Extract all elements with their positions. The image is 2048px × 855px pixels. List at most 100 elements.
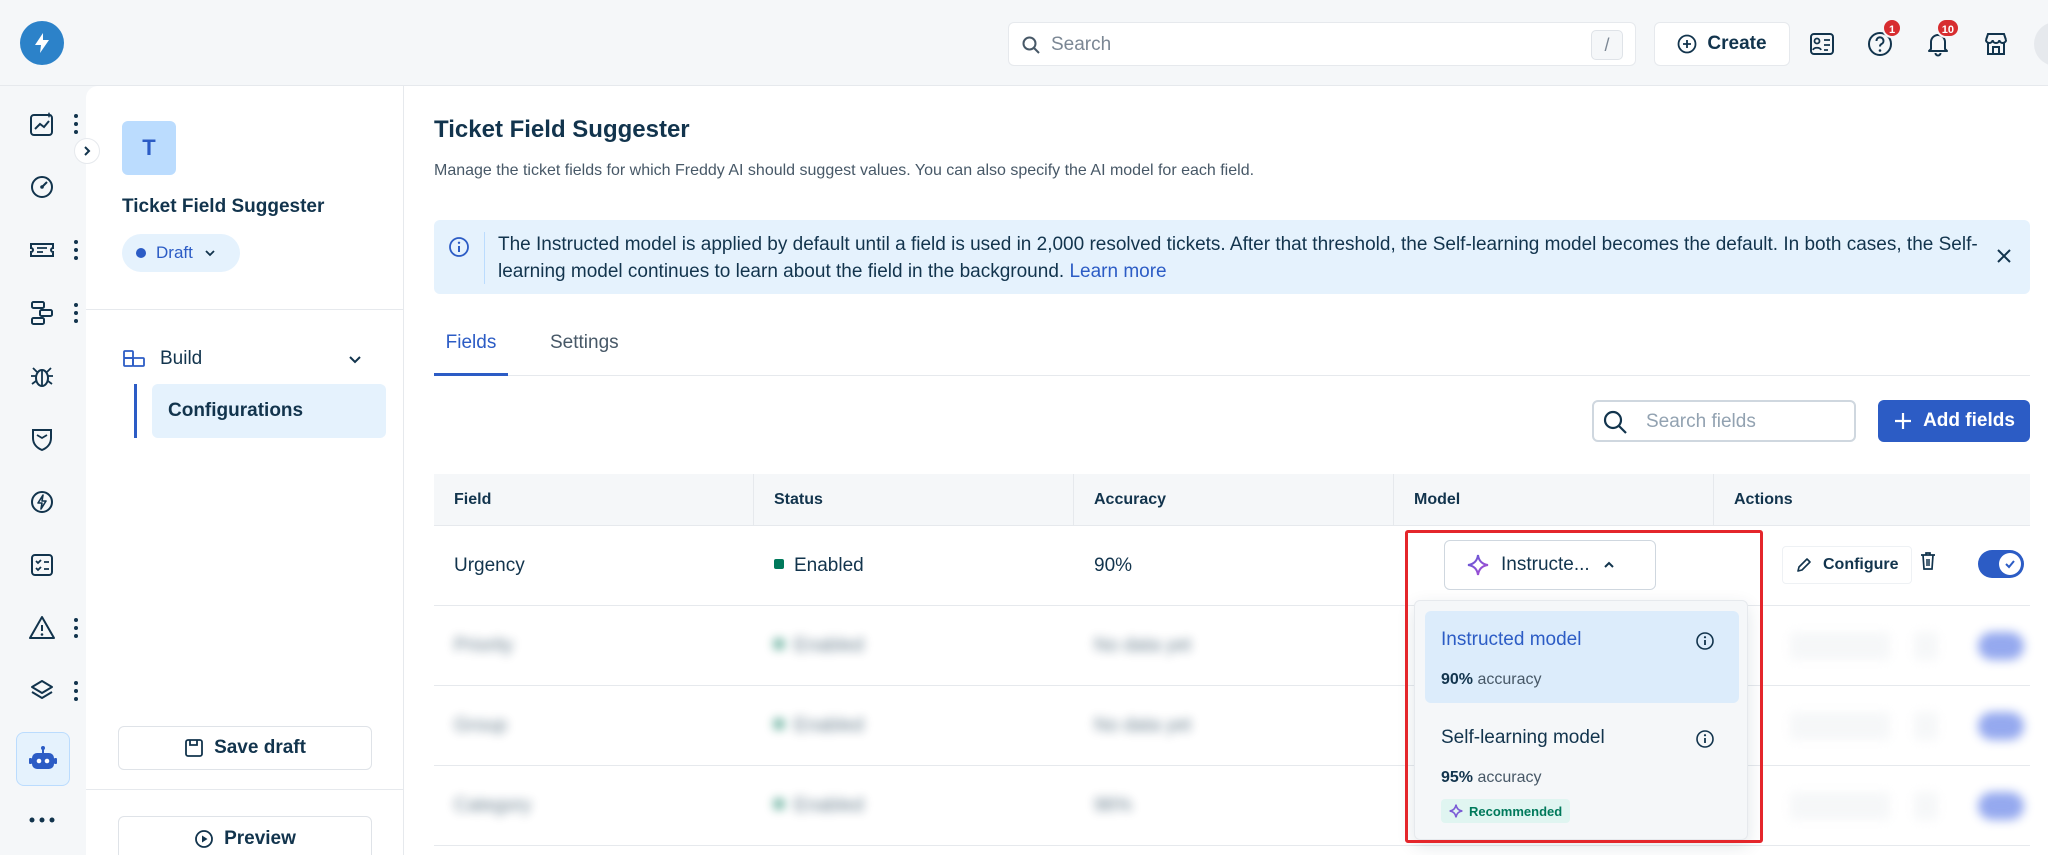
column-header-actions: Actions: [1734, 491, 1793, 508]
table-header: Field Status Accuracy Model Actions: [434, 474, 2030, 526]
field-name: Category: [454, 795, 532, 816]
rail-tasks[interactable]: [20, 543, 64, 587]
search-icon: [1021, 35, 1041, 60]
enable-toggle[interactable]: [1978, 550, 2024, 578]
tab-settings[interactable]: Settings: [550, 332, 619, 376]
rail-more-analytics[interactable]: [72, 114, 80, 134]
help-button[interactable]: 1: [1860, 18, 1902, 64]
nav-active-indicator: [134, 384, 137, 438]
notifications-button[interactable]: 10: [1918, 18, 1960, 64]
gauge-icon: [31, 176, 53, 198]
nav-item-configurations[interactable]: Configurations: [152, 384, 386, 438]
save-draft-button[interactable]: Save draft: [118, 726, 372, 770]
rail-more-assets[interactable]: [72, 681, 80, 701]
add-fields-button[interactable]: Add fields: [1878, 400, 2030, 442]
panel-expand-button[interactable]: [74, 138, 100, 164]
build-blocks-icon: [123, 350, 145, 367]
freshworks-logo-icon[interactable]: [20, 21, 64, 65]
status-cell: Enabled: [774, 526, 864, 606]
info-icon[interactable]: [1695, 729, 1715, 754]
option-accuracy: 90% accuracy: [1441, 671, 1542, 688]
workflow-icon: [31, 301, 53, 325]
preview-button[interactable]: Preview: [118, 816, 372, 855]
model-select-value: Instructe...: [1501, 554, 1590, 575]
contacts-button[interactable]: [1802, 24, 1842, 64]
rail-more-tickets[interactable]: [72, 240, 80, 260]
checklist-icon: [31, 554, 53, 576]
chevron-right-icon: [84, 146, 91, 156]
field-name: Group: [454, 715, 507, 736]
configure-button[interactable]: Configure: [1782, 546, 1912, 584]
user-avatar[interactable]: [2034, 22, 2048, 66]
delete-icon[interactable]: [1914, 792, 1938, 820]
configure-button[interactable]: [1790, 792, 1890, 820]
marketplace-button[interactable]: [1976, 24, 2016, 64]
global-search-input[interactable]: Search /: [1008, 22, 1636, 66]
configure-button[interactable]: [1790, 632, 1890, 660]
create-label: Create: [1707, 33, 1767, 54]
enable-toggle[interactable]: [1978, 792, 2024, 820]
check-icon: [1999, 553, 2021, 575]
close-icon[interactable]: [1994, 246, 2014, 271]
divider: [86, 309, 403, 310]
configure-button[interactable]: [1790, 712, 1890, 740]
model-select[interactable]: Instructe...: [1444, 540, 1656, 590]
divider: [86, 789, 403, 790]
play-circle-icon: [195, 830, 213, 848]
status-dot: [774, 558, 784, 569]
delete-icon[interactable]: [1918, 550, 1938, 577]
model-option-instructed[interactable]: Instructed model 90% accuracy: [1425, 611, 1739, 703]
tab-fields[interactable]: Fields: [434, 332, 508, 376]
store-icon: [1985, 33, 2007, 55]
page-title: Ticket Field Suggester: [434, 116, 690, 143]
accuracy-cell: 90%: [1094, 555, 1133, 576]
search-icon: [1602, 409, 1628, 440]
analytics-icon: [30, 112, 53, 136]
status-label: Draft: [156, 243, 193, 262]
column-header-accuracy: Accuracy: [1074, 474, 1394, 526]
rail-workflows[interactable]: [20, 291, 64, 335]
accuracy-cell: 96%: [1094, 795, 1133, 816]
accuracy-cell: No data yet: [1094, 635, 1192, 656]
create-button[interactable]: Create: [1654, 22, 1790, 66]
status-dot: [136, 248, 146, 258]
rail-dashboard[interactable]: [20, 165, 64, 209]
status-cell: Enabled: [774, 686, 864, 766]
main-content: Ticket Field Suggester Manage the ticket…: [404, 86, 2048, 855]
shield-layers-icon: [32, 429, 52, 452]
learn-more-link[interactable]: Learn more: [1069, 261, 1166, 282]
status-dropdown[interactable]: Draft: [122, 234, 240, 272]
info-icon[interactable]: [1695, 631, 1715, 656]
rail-analytics[interactable]: [20, 102, 64, 146]
plus-circle-icon: [1678, 34, 1697, 54]
chevron-up-icon: [1603, 561, 1614, 568]
rail-ai-agents[interactable]: [16, 732, 70, 786]
table-row: Category Enabled 96%: [434, 766, 2030, 846]
search-fields-input[interactable]: Search fields: [1592, 400, 1856, 442]
plus-icon: [1895, 413, 1912, 429]
enable-toggle[interactable]: [1978, 632, 2024, 660]
rail-alerts[interactable]: [20, 606, 64, 650]
build-label: Build: [160, 348, 203, 369]
save-draft-label: Save draft: [214, 737, 306, 758]
rail-assets[interactable]: [20, 669, 64, 713]
rail-more-alerts[interactable]: [72, 618, 80, 638]
enable-toggle[interactable]: [1978, 712, 2024, 740]
help-badge: 1: [1882, 18, 1902, 38]
more-horizontal-icon: [29, 817, 55, 823]
banner-text: The Instructed model is applied by defau…: [498, 234, 1978, 282]
rail-changes[interactable]: [20, 417, 64, 461]
search-shortcut-key: /: [1591, 30, 1623, 60]
tab-bar: Fields Settings: [434, 332, 2030, 376]
build-section-toggle[interactable]: Build: [122, 344, 364, 374]
model-option-self-learning[interactable]: Self-learning model 95% accuracy Recomme…: [1425, 709, 1739, 833]
search-fields-placeholder: Search fields: [1646, 411, 1756, 432]
rail-tickets[interactable]: [20, 228, 64, 272]
delete-icon[interactable]: [1914, 632, 1938, 660]
preview-label: Preview: [224, 828, 296, 849]
rail-more-apps[interactable]: [20, 798, 64, 842]
rail-releases[interactable]: [20, 480, 64, 524]
rail-problems[interactable]: [20, 354, 64, 398]
rail-more-workflows[interactable]: [72, 303, 80, 323]
delete-icon[interactable]: [1914, 712, 1938, 740]
